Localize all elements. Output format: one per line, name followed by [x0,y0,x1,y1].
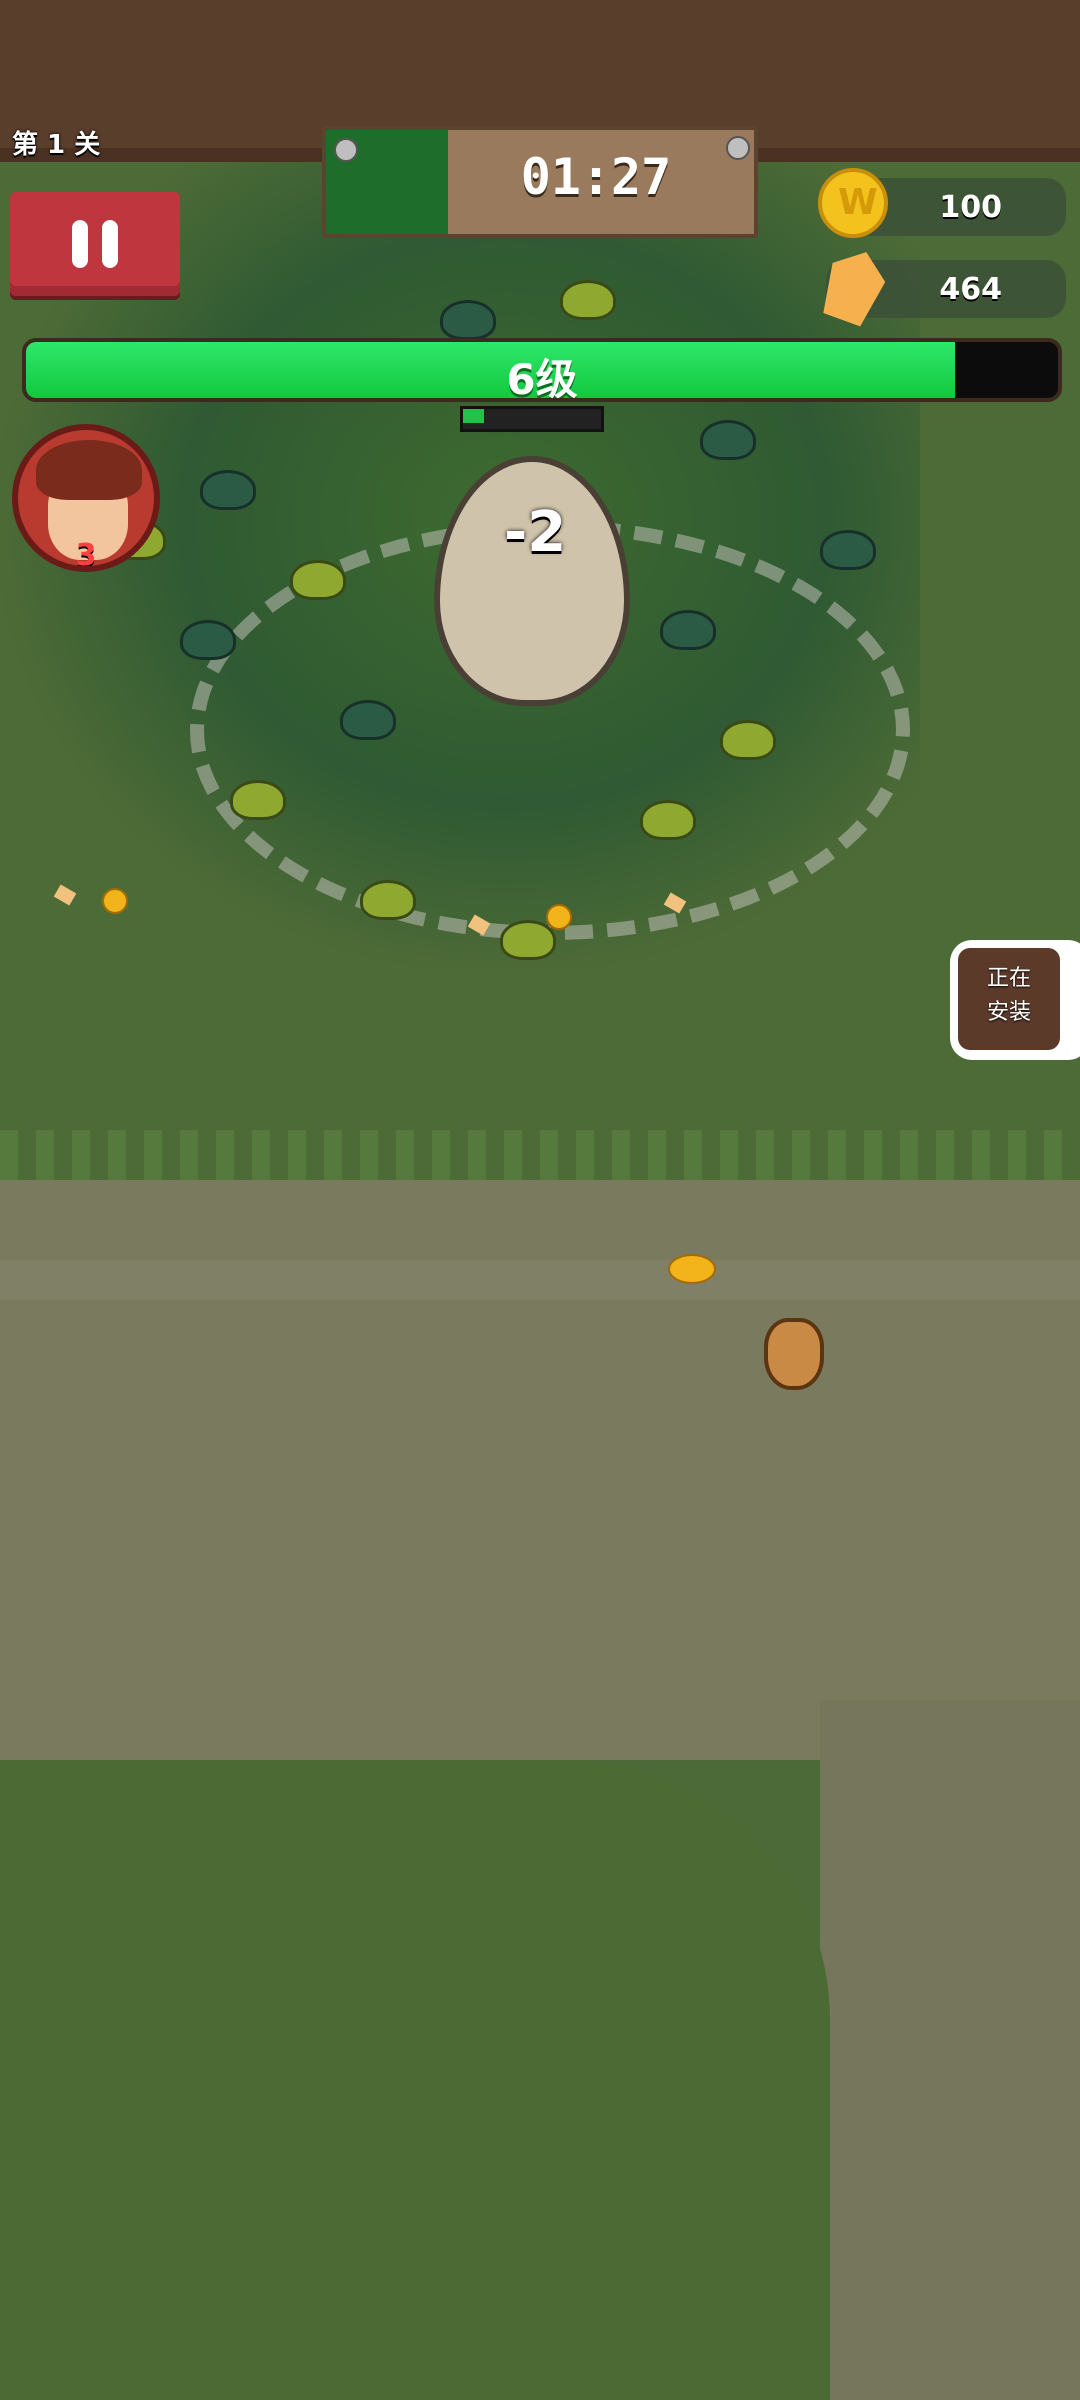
timer-board: 01:27 [322,126,758,238]
bolt-icon [334,138,358,162]
monster [290,560,346,600]
coin-drop [102,888,128,914]
damage-number: -2 [504,500,567,565]
monster [820,530,876,570]
egg-health-fill [463,409,484,423]
monster [200,470,256,510]
monster [340,700,396,740]
path-shading [0,1260,1080,1300]
bolt-icon [726,136,750,160]
coin-icon-mark: W [838,182,878,223]
monster [660,610,716,650]
hero-avatar[interactable]: 3 [12,424,160,572]
survival-timer: 01:27 [520,148,672,206]
monster [640,800,696,840]
coin-icon: W [818,168,888,238]
pause-button[interactable] [10,192,180,296]
grass-patch-bottom [0,1760,830,2400]
monster [500,920,556,960]
coin-pile [668,1254,716,1284]
gem-count: 464 [939,272,1002,307]
player-level: 6级 [506,355,578,402]
monster [230,780,286,820]
install-line2: 安装 [986,1000,1031,1025]
install-label: 正在 安装 [958,962,1060,1030]
avatar-hair [36,440,142,500]
monster [440,300,496,340]
pause-icon [102,220,118,268]
monster [360,880,416,920]
pause-icon [72,220,88,268]
monster [720,720,776,760]
coin-drop [546,904,572,930]
dirt-path-right [820,1700,1080,2400]
coin-count: 100 [939,190,1002,225]
install-widget[interactable]: 正在 安装 [950,940,1080,1060]
xp-bar: 6级 [22,338,1062,402]
egg-health-bar [460,406,604,432]
install-line1: 正在 [986,966,1031,991]
monster [560,280,616,320]
monster [700,420,756,460]
pot-icon[interactable] [764,1318,824,1390]
stage-label: 第 1 关 [12,130,101,160]
monster [180,620,236,660]
